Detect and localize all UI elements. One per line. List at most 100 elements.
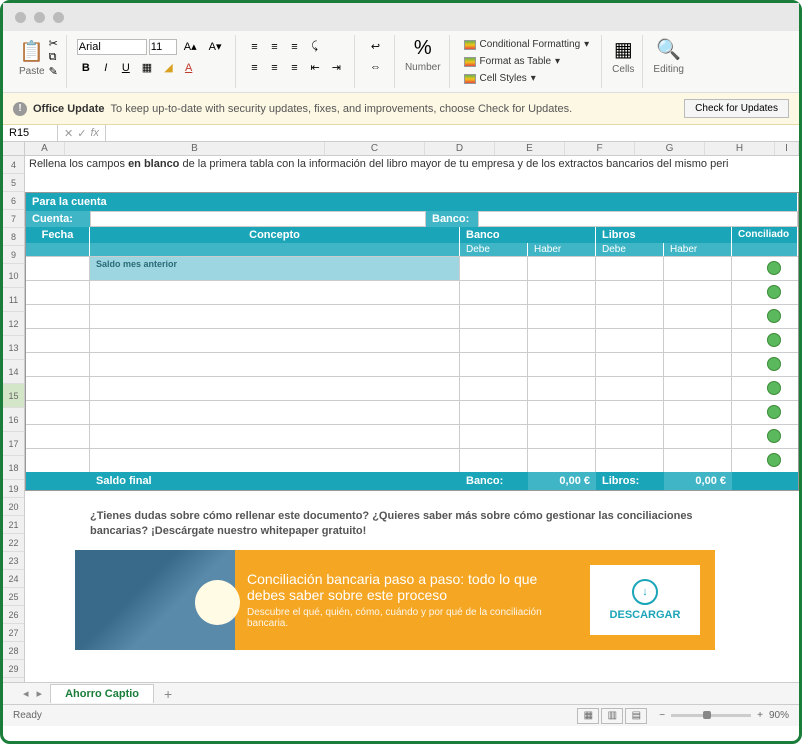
cancel-formula-icon[interactable]: ✕ [64, 127, 73, 140]
row-header[interactable]: 11 [3, 288, 25, 312]
page-layout-view-icon[interactable]: ▥ [601, 708, 623, 724]
merge-icon[interactable]: ⇔ [365, 58, 386, 76]
align-top-icon[interactable]: ≡ [246, 38, 264, 56]
table-row[interactable] [26, 448, 798, 472]
row-header[interactable]: 15 [3, 384, 25, 408]
decrease-font-icon[interactable]: A▾ [204, 37, 227, 56]
window-close-icon[interactable] [15, 12, 26, 23]
row-header[interactable]: 17 [3, 432, 25, 456]
sheet-tab[interactable]: Ahorro Captio [50, 684, 154, 703]
increase-font-icon[interactable]: A▴ [179, 37, 202, 56]
indent-dec-icon[interactable]: ⇤ [306, 58, 325, 77]
wrap-text-icon[interactable]: ↩ [365, 37, 386, 56]
cells-icon[interactable]: ▦ [614, 37, 633, 62]
cuenta-input[interactable] [90, 211, 426, 227]
fx-icon[interactable]: fx [90, 127, 99, 139]
normal-view-icon[interactable]: ▦ [577, 708, 599, 724]
zoom-level[interactable]: 90% [769, 710, 789, 721]
page-break-view-icon[interactable]: ▤ [625, 708, 647, 724]
indent-inc-icon[interactable]: ⇥ [327, 58, 346, 77]
window-maximize-icon[interactable] [53, 12, 64, 23]
add-sheet-button[interactable]: + [154, 686, 182, 702]
fill-color-button[interactable]: ◢ [159, 58, 177, 77]
format-painter-icon[interactable]: ✎ [49, 65, 58, 78]
table-row[interactable] [26, 352, 798, 376]
download-button[interactable]: ↓ DESCARGAR [590, 565, 700, 635]
underline-button[interactable]: U [117, 59, 135, 77]
col-header[interactable]: C [325, 142, 425, 155]
row-header[interactable]: 9 [3, 246, 25, 264]
align-right-icon[interactable]: ≡ [286, 59, 304, 77]
font-color-button[interactable]: A [180, 59, 198, 77]
italic-button[interactable]: I [97, 59, 115, 77]
paste-icon[interactable]: 📋 [19, 39, 45, 64]
format-as-table-button[interactable]: Format as Table ▾ [460, 54, 594, 69]
search-icon[interactable]: 🔍 [656, 37, 681, 62]
formula-input[interactable] [106, 125, 799, 141]
row-header[interactable]: 16 [3, 408, 25, 432]
col-header[interactable]: I [775, 142, 799, 155]
row-header[interactable]: 26 [3, 606, 25, 624]
row-header[interactable]: 27 [3, 624, 25, 642]
sheet-nav-left-icon[interactable]: ◂ [23, 687, 29, 700]
align-left-icon[interactable]: ≡ [246, 59, 264, 77]
col-header[interactable]: B [65, 142, 325, 155]
row-header[interactable]: 4 [3, 156, 25, 174]
check-updates-button[interactable]: Check for Updates [684, 99, 789, 118]
conditional-formatting-button[interactable]: Conditional Formatting ▾ [460, 37, 594, 52]
col-header[interactable]: E [495, 142, 565, 155]
zoom-in-button[interactable]: + [757, 710, 763, 721]
row-header[interactable]: 8 [3, 228, 25, 246]
col-header[interactable]: G [635, 142, 705, 155]
col-header[interactable]: D [425, 142, 495, 155]
row-header[interactable]: 20 [3, 498, 25, 516]
row-header[interactable]: 14 [3, 360, 25, 384]
window-minimize-icon[interactable] [34, 12, 45, 23]
paste-label[interactable]: Paste [19, 66, 45, 77]
row-header[interactable]: 10 [3, 264, 25, 288]
row-header[interactable]: 25 [3, 588, 25, 606]
table-row[interactable] [26, 328, 798, 352]
zoom-out-button[interactable]: − [659, 710, 665, 721]
accept-formula-icon[interactable]: ✓ [77, 127, 86, 140]
cut-icon[interactable]: ✂ [49, 37, 58, 50]
row-header[interactable]: 19 [3, 480, 25, 498]
row-header[interactable]: 28 [3, 642, 25, 660]
row-header[interactable]: 21 [3, 516, 25, 534]
bold-button[interactable]: B [77, 59, 95, 77]
align-center-icon[interactable]: ≡ [266, 59, 284, 77]
table-row[interactable] [26, 280, 798, 304]
row-header[interactable]: 22 [3, 534, 25, 552]
orientation-icon[interactable]: ⤹ [306, 37, 324, 56]
select-all-corner[interactable] [3, 142, 25, 155]
table-row[interactable] [26, 376, 798, 400]
border-button[interactable]: ▦ [137, 58, 157, 77]
name-box[interactable]: R15 [3, 125, 58, 141]
zoom-slider[interactable] [671, 714, 751, 717]
font-size-select[interactable] [149, 39, 177, 55]
row-header[interactable]: 24 [3, 570, 25, 588]
table-row[interactable] [26, 304, 798, 328]
row-header[interactable]: 12 [3, 312, 25, 336]
copy-icon[interactable]: ⧉ [49, 51, 58, 64]
align-middle-icon[interactable]: ≡ [266, 38, 284, 56]
row-header[interactable]: 7 [3, 210, 25, 228]
cell-styles-button[interactable]: Cell Styles ▾ [460, 71, 594, 86]
col-header[interactable]: H [705, 142, 775, 155]
row-header[interactable]: 29 [3, 660, 25, 678]
font-name-select[interactable] [77, 39, 147, 55]
col-header[interactable]: F [565, 142, 635, 155]
table-row[interactable]: Saldo mes anterior [26, 256, 798, 280]
cell-grid[interactable]: Rellena los campos en blanco de la prime… [25, 156, 799, 682]
row-header[interactable]: 6 [3, 192, 25, 210]
row-header[interactable]: 5 [3, 174, 25, 192]
row-header[interactable]: 23 [3, 552, 25, 570]
table-row[interactable] [26, 424, 798, 448]
align-bottom-icon[interactable]: ≡ [286, 38, 304, 56]
row-header[interactable]: 18 [3, 456, 25, 480]
row-header[interactable]: 30 [3, 678, 25, 682]
banco-input[interactable] [478, 211, 798, 227]
row-header[interactable]: 13 [3, 336, 25, 360]
percent-icon[interactable]: % [414, 37, 432, 60]
table-row[interactable] [26, 400, 798, 424]
